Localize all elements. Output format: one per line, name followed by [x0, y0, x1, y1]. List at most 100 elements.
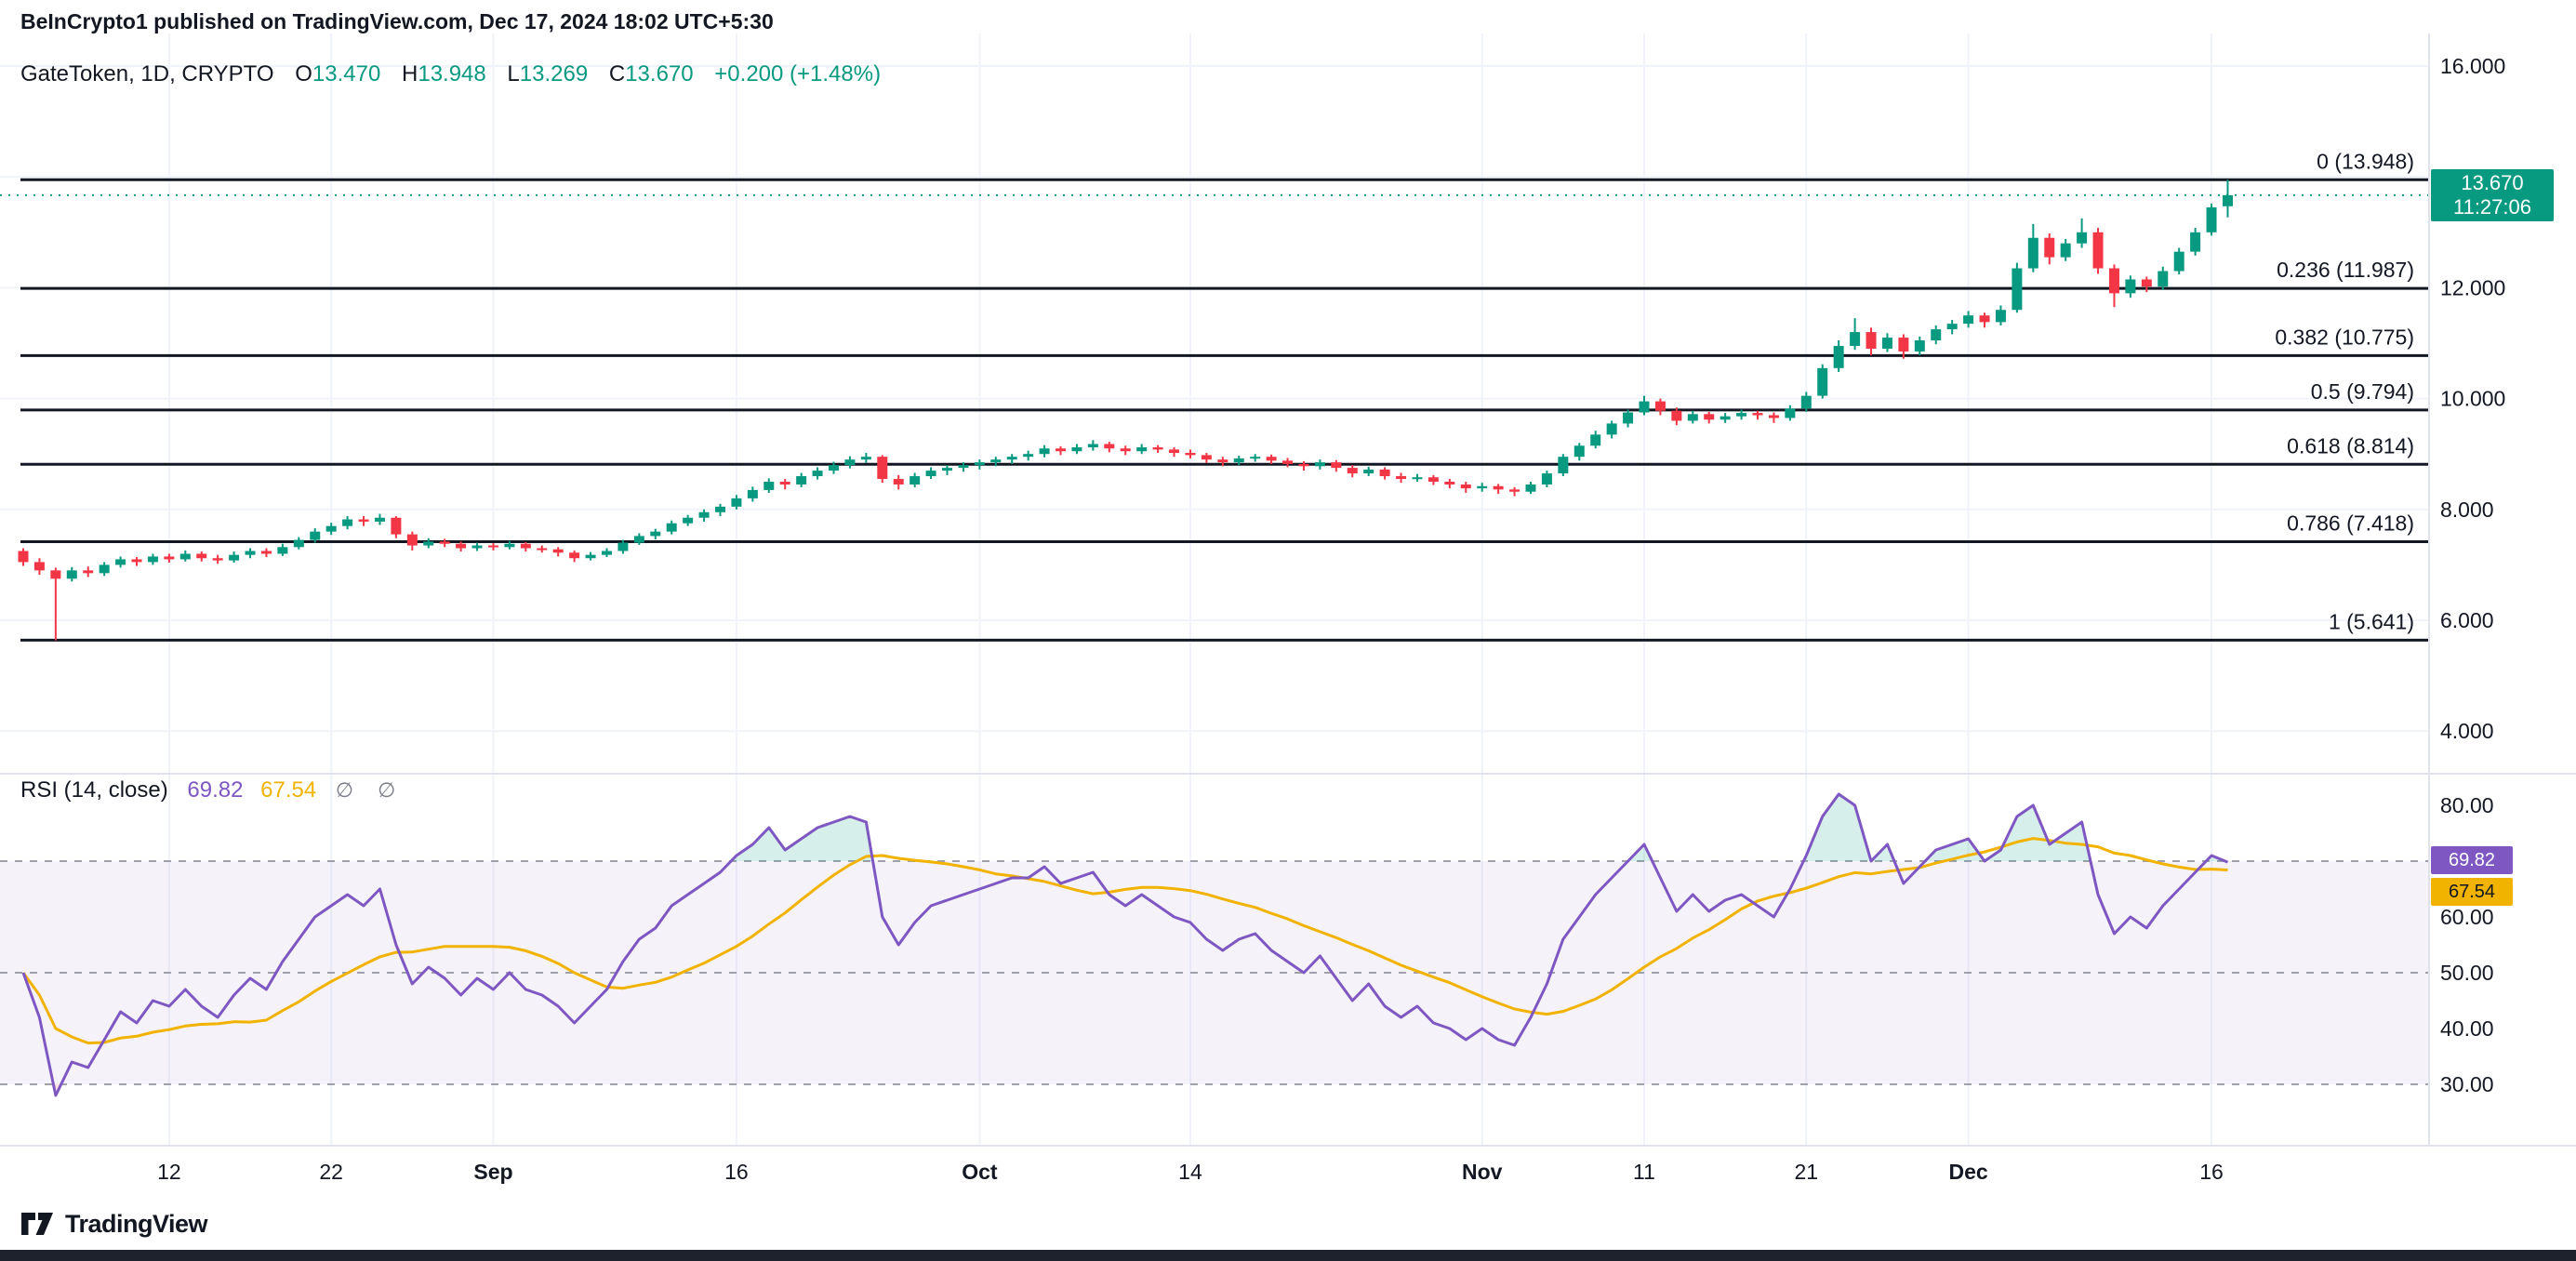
candle [1882, 338, 1892, 349]
candle [667, 524, 677, 532]
time-axis-label: 22 [319, 1160, 343, 1184]
candle [423, 541, 433, 545]
candle [958, 465, 968, 468]
rsi-title[interactable]: RSI (14, close) [20, 777, 168, 803]
candle [650, 532, 660, 537]
rsi-axis-label: 80.00 [2440, 793, 2494, 817]
symbol-title[interactable]: GateToken, 1D, CRYPTO [20, 61, 274, 86]
candle [602, 551, 612, 555]
price-axis-label: 6.000 [2440, 608, 2494, 632]
candle [375, 518, 385, 522]
high-label: H [402, 61, 418, 86]
candle [310, 532, 320, 540]
candle [569, 552, 579, 558]
fib-label: 0.786 (7.418) [2287, 511, 2414, 535]
candle [1525, 484, 1535, 492]
candle [261, 551, 272, 554]
candle [2174, 252, 2184, 272]
fib-label: 0.5 (9.794) [2311, 379, 2414, 404]
candle [910, 476, 920, 484]
candle [488, 546, 498, 548]
candle [1850, 332, 1860, 346]
candle [1331, 462, 1341, 468]
time-axis-label: 14 [1178, 1160, 1202, 1184]
candle [115, 559, 126, 564]
candle [1671, 411, 1681, 421]
candle [132, 559, 142, 562]
time-axis-label: Dec [1948, 1160, 1987, 1184]
candle [1444, 482, 1454, 484]
candle [440, 541, 450, 543]
candle [844, 459, 855, 465]
time-axis-label: 21 [1795, 1160, 1819, 1184]
candle [1396, 476, 1406, 479]
candle [342, 520, 352, 526]
candle [975, 462, 985, 465]
candle [1720, 417, 1731, 420]
badge-countdown: 11:27:06 [2453, 195, 2531, 219]
fib-label: 0 (13.948) [2317, 149, 2414, 173]
time-axis-label: 16 [2199, 1160, 2224, 1184]
candle [2158, 272, 2168, 287]
candle [1494, 486, 1504, 490]
candle [1574, 445, 1585, 457]
candle [2028, 238, 2038, 269]
candle [861, 457, 871, 459]
chart-canvas[interactable]: 0 (13.948)0.236 (11.987)0.382 (10.775)0.… [0, 0, 2576, 1261]
open-label: O [295, 61, 312, 86]
time-axis-label: Nov [1462, 1160, 1503, 1184]
candle [1315, 462, 1325, 466]
candle [2012, 269, 2022, 311]
rsi-ma-badge: 67.54 [2431, 878, 2513, 906]
candle [504, 544, 514, 548]
candle [1088, 444, 1098, 447]
candle [1380, 470, 1390, 476]
candle [2142, 279, 2152, 286]
tradingview-attribution[interactable]: TradingView [20, 1209, 207, 1239]
candle [100, 564, 110, 573]
candle [1785, 408, 1795, 418]
candle [50, 570, 60, 578]
candle [164, 556, 174, 559]
candle [1136, 447, 1147, 451]
rsi-axis-label: 60.00 [2440, 905, 2494, 929]
candle [894, 479, 904, 484]
candle [764, 482, 774, 490]
candle [617, 543, 628, 551]
candle [67, 570, 77, 578]
candle [2207, 207, 2217, 232]
candle [2190, 232, 2200, 252]
candle [1348, 468, 1358, 473]
time-axis-label: Oct [962, 1160, 998, 1184]
candle [1056, 448, 1066, 451]
rsi-value: 69.82 [187, 777, 243, 803]
candle [1363, 470, 1374, 473]
candle [877, 457, 887, 479]
candle [586, 555, 596, 559]
rsi-axis-label: 40.00 [2440, 1016, 2494, 1041]
hidden-source-icon[interactable]: ∅ ∅ [336, 778, 405, 802]
candle [1121, 448, 1131, 451]
candle [34, 562, 45, 570]
candle [1007, 457, 1017, 459]
candle [1202, 455, 1212, 459]
time-axis-label: 16 [724, 1160, 749, 1184]
candle [472, 546, 483, 549]
candle [1834, 346, 1844, 368]
candle [1153, 447, 1163, 449]
candle [1736, 413, 1746, 417]
attribution-header[interactable]: BeInCrypto1 published on TradingView.com… [20, 9, 774, 34]
candle [553, 550, 564, 553]
candle [748, 490, 758, 498]
price-axis-label: 8.000 [2440, 498, 2494, 522]
candle [2061, 244, 2071, 258]
candle [1282, 460, 1293, 464]
candle [1640, 402, 1650, 413]
candle [942, 468, 952, 471]
candle [1753, 413, 1763, 415]
candle [537, 549, 547, 551]
price-axis-label: 10.000 [2440, 387, 2505, 411]
candle [213, 558, 223, 560]
time-axis-label: Sep [473, 1160, 512, 1184]
candle [277, 547, 287, 553]
